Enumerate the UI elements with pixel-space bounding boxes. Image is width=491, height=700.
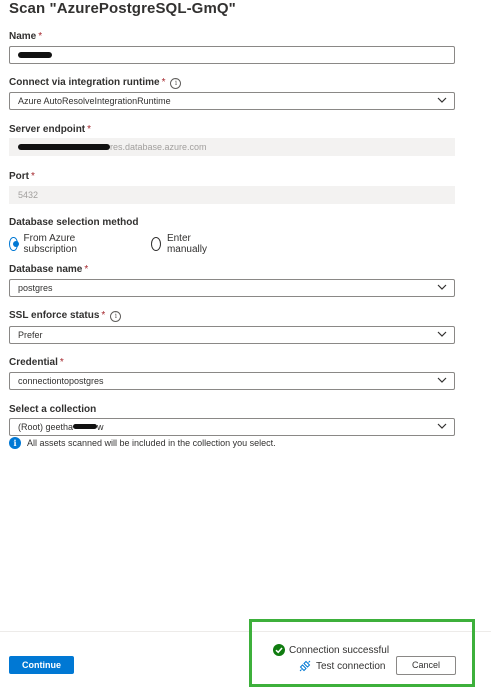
- plug-connect-icon: [299, 660, 311, 672]
- connection-status: Connection successful: [273, 644, 389, 656]
- chevron-down-icon: [437, 423, 447, 429]
- collection-dropdown[interactable]: (Root) geetha w: [9, 418, 455, 436]
- name-input[interactable]: [9, 46, 455, 64]
- database-name-label: Database name *: [9, 264, 89, 275]
- radio-unchecked-indicator: [151, 237, 161, 251]
- chevron-down-icon: [437, 377, 447, 383]
- port-label: Port *: [9, 171, 35, 182]
- server-endpoint-label: Server endpoint *: [9, 124, 92, 135]
- continue-button[interactable]: Continue: [9, 656, 74, 674]
- redacted-value: [18, 143, 110, 150]
- radio-from-azure-subscription[interactable]: From Azure subscription: [9, 233, 82, 255]
- cancel-button[interactable]: Cancel: [396, 656, 456, 675]
- ssl-status-dropdown[interactable]: Prefer: [9, 326, 455, 344]
- database-name-dropdown[interactable]: postgres: [9, 279, 455, 297]
- db-selection-label: Database selection method: [9, 217, 139, 228]
- ssl-status-label: SSL enforce status * i: [9, 310, 122, 322]
- radio-checked-indicator: [9, 237, 19, 251]
- info-icon[interactable]: i: [110, 311, 122, 322]
- name-label: Name *: [9, 31, 43, 42]
- server-endpoint-field: res.database.azure.com: [9, 138, 455, 156]
- collection-info-note: i All assets scanned will be included in…: [9, 437, 276, 449]
- collection-label: Select a collection: [9, 404, 97, 415]
- redacted-value: [18, 51, 52, 58]
- runtime-dropdown[interactable]: Azure AutoResolveIntegrationRuntime: [9, 92, 455, 110]
- info-icon: i: [9, 437, 21, 449]
- page-title: Scan "AzurePostgreSQL-GmQ": [9, 0, 236, 17]
- redacted-value: [73, 424, 98, 430]
- info-icon[interactable]: i: [170, 78, 182, 89]
- checkmark-circle-icon: [273, 644, 285, 656]
- credential-dropdown[interactable]: connectiontopostgres: [9, 372, 455, 390]
- test-connection-link[interactable]: Test connection: [299, 660, 386, 672]
- runtime-label: Connect via integration runtime * i: [9, 77, 182, 89]
- chevron-down-icon: [437, 331, 447, 337]
- chevron-down-icon: [437, 97, 447, 103]
- radio-enter-manually[interactable]: Enter manually: [151, 233, 211, 255]
- chevron-down-icon: [437, 284, 447, 290]
- credential-label: Credential *: [9, 357, 64, 368]
- port-field: 5432: [9, 186, 455, 204]
